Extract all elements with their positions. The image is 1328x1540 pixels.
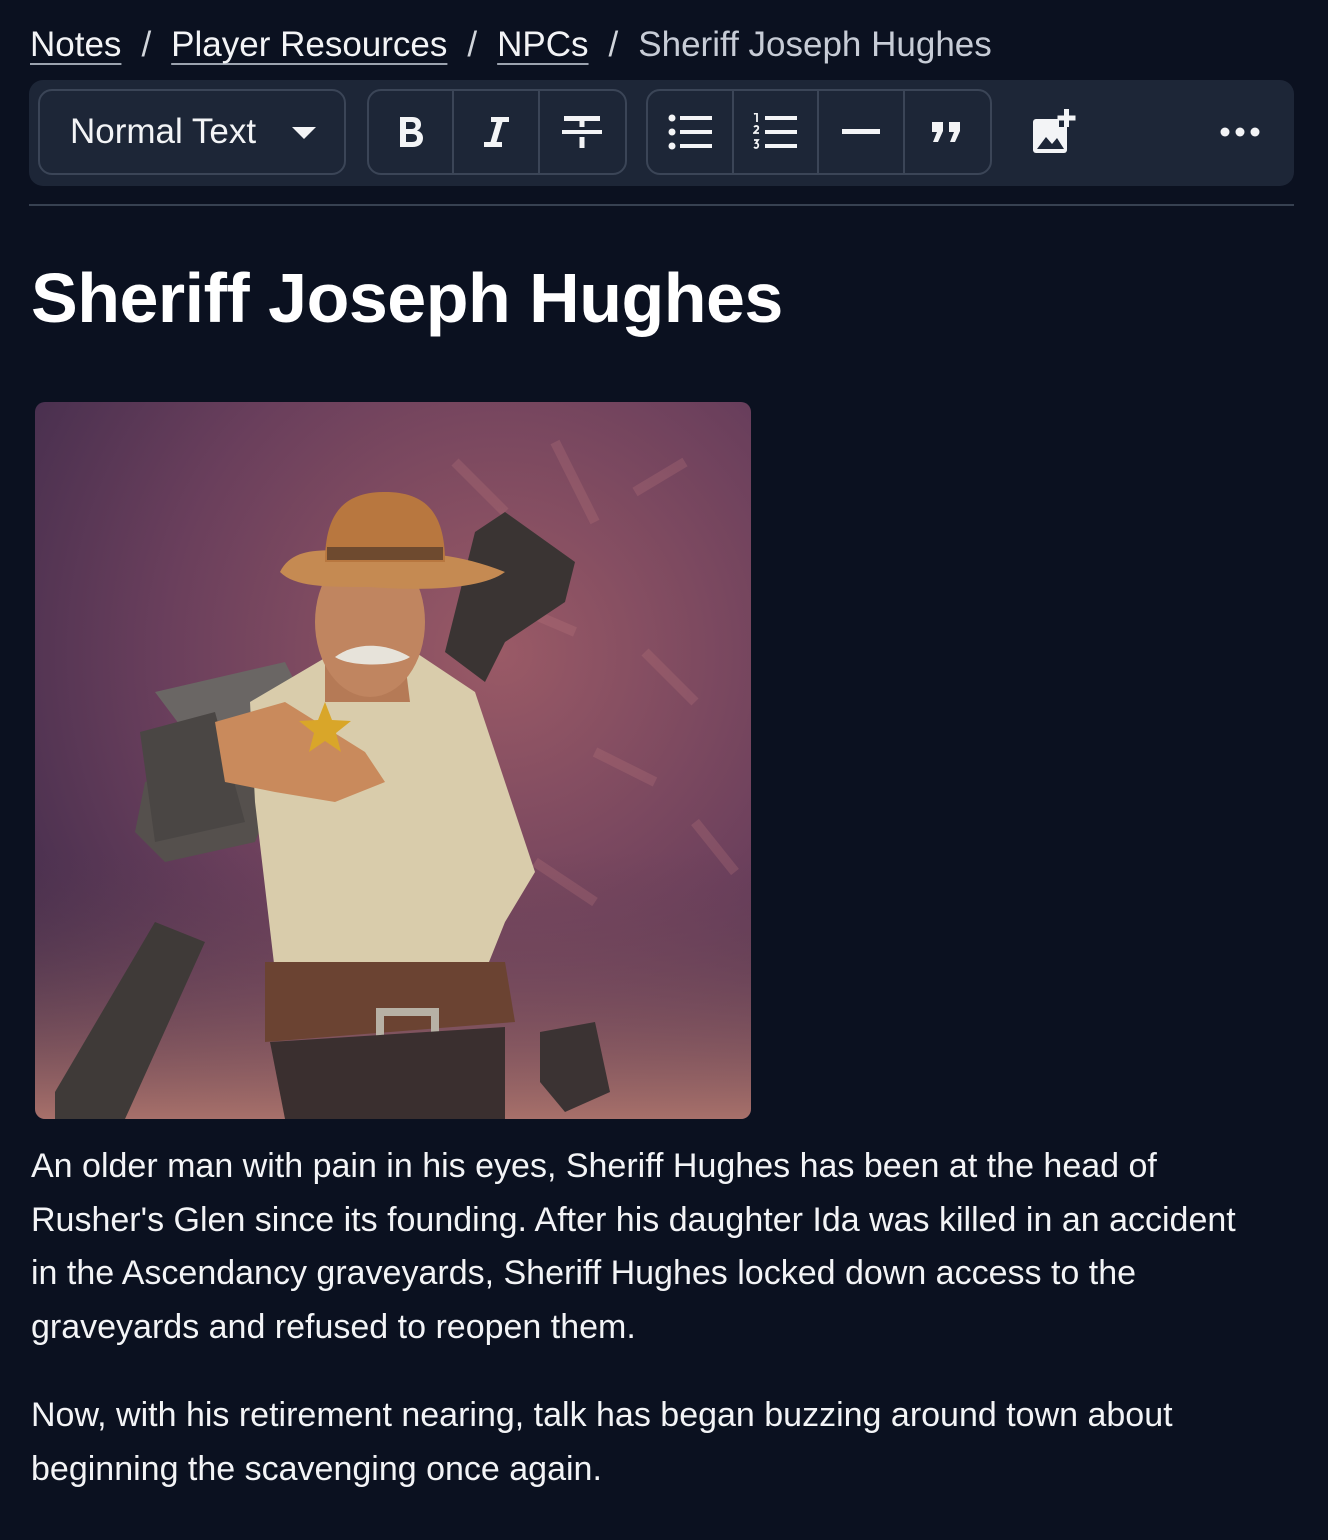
chevron-down-icon [292, 127, 316, 139]
add-image-icon [1033, 109, 1076, 153]
text-style-select[interactable]: Normal Text [38, 89, 346, 175]
text-style-label: Normal Text [70, 112, 257, 151]
bullet-list-icon [668, 114, 712, 150]
numbered-list-icon [753, 113, 798, 149]
page-title: Sheriff Joseph Hughes [31, 259, 783, 337]
breadcrumb-notes[interactable]: Notes [30, 25, 121, 65]
more-icon [1220, 127, 1260, 137]
description-paragraph: An older man with pain in his eyes, Sher… [31, 1147, 1236, 1346]
strikethrough-icon [562, 116, 603, 148]
description-paragraph: Now, with his retirement nearing, talk h… [31, 1396, 1173, 1488]
strikethrough-button[interactable] [540, 91, 625, 173]
breadcrumb: Notes / Player Resources / NPCs / Sherif… [30, 22, 992, 68]
quote-icon [932, 122, 961, 142]
more-options-button[interactable] [1197, 89, 1283, 175]
bullet-list-button[interactable] [648, 91, 734, 173]
format-group [367, 89, 627, 175]
bold-icon [399, 117, 423, 147]
breadcrumb-separator: / [141, 25, 152, 64]
quote-button[interactable] [905, 91, 990, 173]
breadcrumb-current: Sheriff Joseph Hughes [638, 25, 992, 64]
block-group [646, 89, 992, 175]
breadcrumb-separator: / [608, 25, 619, 64]
editor-toolbar: Normal Text [29, 80, 1294, 186]
breadcrumb-player-resources[interactable]: Player Resources [171, 25, 447, 65]
breadcrumb-npcs[interactable]: NPCs [497, 25, 588, 65]
horizontal-rule-icon [841, 129, 880, 134]
breadcrumb-separator: / [467, 25, 478, 64]
npc-portrait-image[interactable] [35, 402, 751, 1119]
numbered-list-button[interactable] [734, 91, 819, 173]
bold-button[interactable] [369, 91, 455, 173]
italic-button[interactable] [454, 91, 540, 173]
italic-icon [484, 117, 510, 147]
toolbar-divider [29, 204, 1294, 206]
horizontal-rule-button[interactable] [819, 91, 905, 173]
insert-image-button[interactable] [1011, 89, 1097, 175]
